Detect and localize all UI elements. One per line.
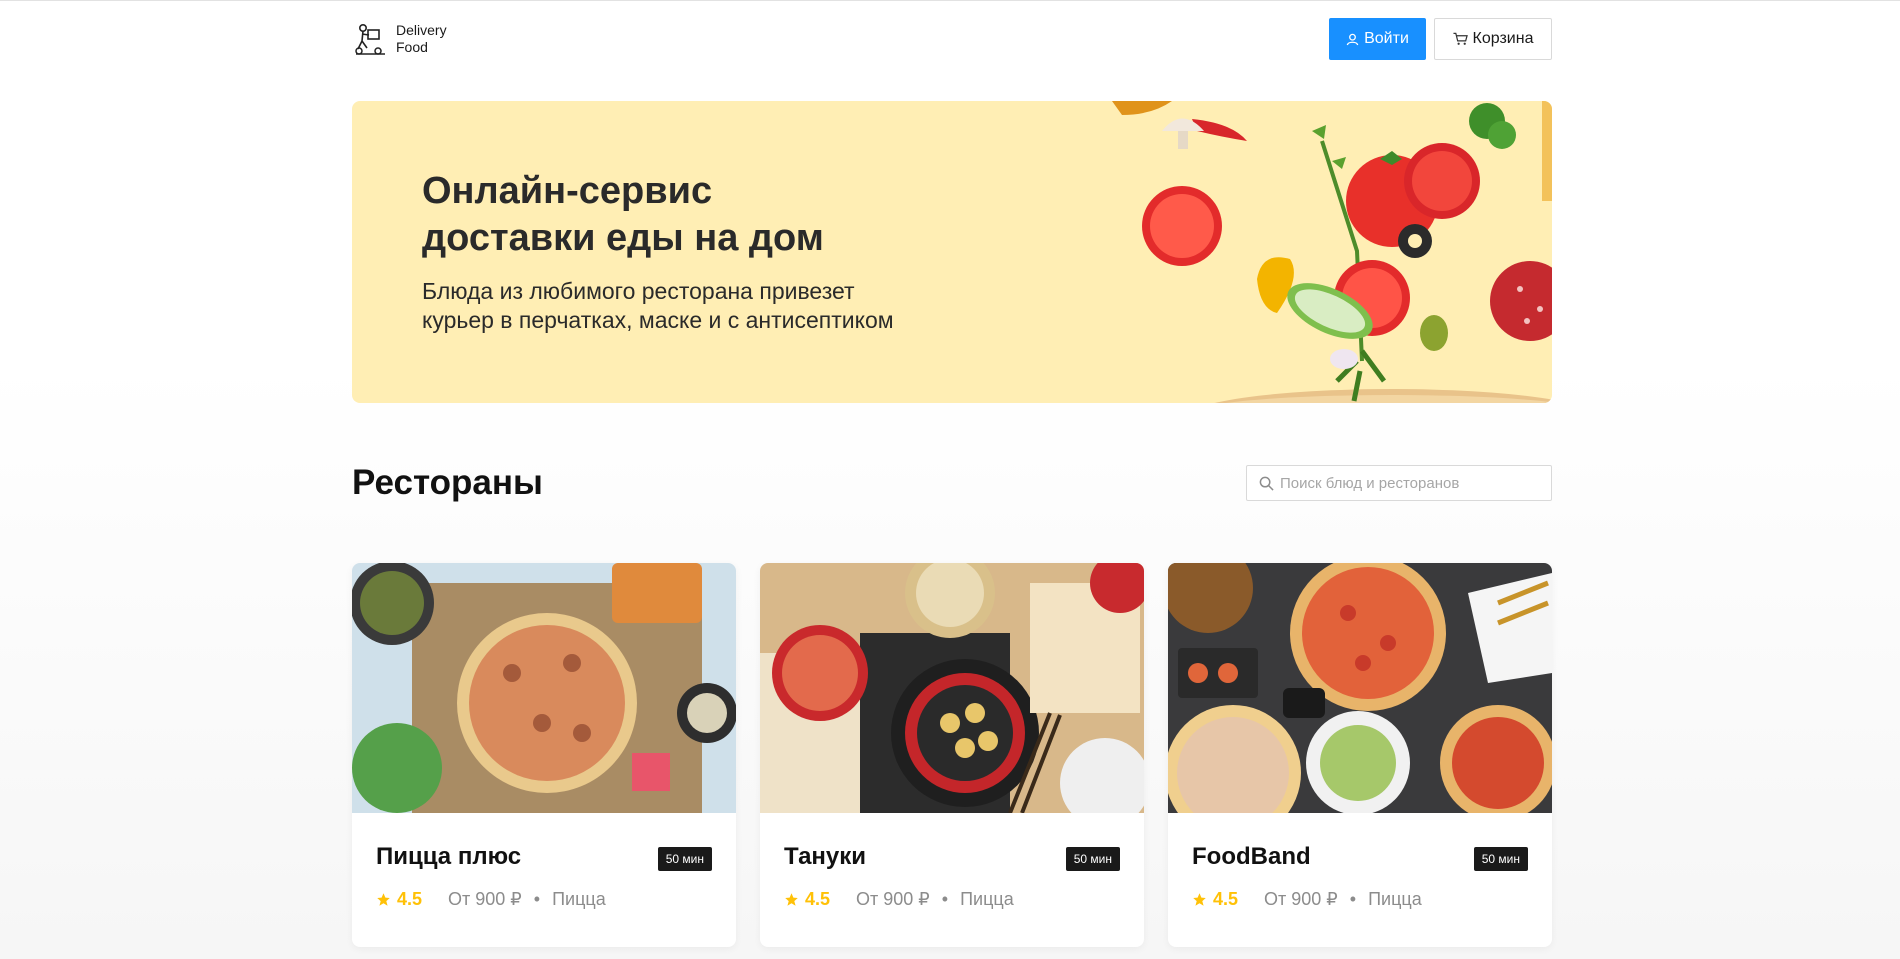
rating-value: 4.5 [397, 889, 423, 909]
cart-label: Корзина [1472, 30, 1534, 47]
restaurant-list: Пицца плюс 50 мин 4.5 От 900 ₽ • Пицца Т… [352, 563, 1552, 947]
star-icon [785, 893, 798, 906]
login-button[interactable]: Войти [1329, 18, 1426, 60]
restaurant-info: 4.5 От 900 ₽ • Пицца [1192, 889, 1422, 910]
separator-dot: • [533, 889, 541, 909]
separator-dot: • [1349, 889, 1357, 909]
restaurant-info: 4.5 От 900 ₽ • Пицца [376, 889, 606, 910]
header: Delivery Food Войти Корзина [352, 18, 1552, 60]
restaurant-card[interactable]: Тануки 50 мин 4.5 От 900 ₽ • Пицца [760, 563, 1144, 947]
promo-banner: Онлайн-сервис доставки еды на дом Блюда … [352, 101, 1552, 403]
star-icon [377, 893, 390, 906]
delivery-time-badge: 50 мин [657, 847, 712, 871]
category-text: Пицца [960, 889, 1014, 909]
rating-value: 4.5 [1213, 889, 1239, 909]
shopping-cart-icon [1452, 32, 1468, 46]
restaurant-name: Тануки [784, 843, 867, 870]
logo-line1: Delivery [396, 22, 447, 38]
search-box[interactable] [1246, 465, 1552, 501]
restaurants-heading: Рестораны [352, 463, 543, 502]
promo-title: Онлайн-сервис доставки еды на дом [422, 170, 824, 259]
page-container: Delivery Food Войти Корзина Онлайн-серви… [352, 0, 1552, 959]
restaurant-info: 4.5 От 900 ₽ • Пицца [784, 889, 1014, 910]
promo-text: Блюда из любимого ресторана привезет кур… [422, 278, 894, 333]
logo-text: Delivery Food [396, 22, 447, 56]
price-text: От 900 ₽ [856, 889, 930, 909]
courier-logo-icon [355, 23, 385, 55]
delivery-time-badge: 50 мин [1473, 847, 1528, 871]
price-text: От 900 ₽ [448, 889, 522, 909]
separator-dot: • [941, 889, 949, 909]
search-icon [1259, 476, 1274, 491]
cart-button[interactable]: Корзина [1434, 18, 1552, 60]
restaurant-image [760, 563, 1144, 813]
price-text: От 900 ₽ [1264, 889, 1338, 909]
category-text: Пицца [1368, 889, 1422, 909]
login-label: Войти [1364, 30, 1409, 47]
restaurant-image [352, 563, 736, 813]
star-icon [1193, 893, 1206, 906]
category-text: Пицца [552, 889, 606, 909]
user-icon [1346, 33, 1359, 46]
logo-line2: Food [396, 39, 428, 55]
logo[interactable]: Delivery Food [352, 20, 447, 58]
restaurant-name: FoodBand [1192, 843, 1311, 870]
restaurant-name: Пицца плюс [376, 843, 522, 870]
promo-food-illustration [1112, 101, 1552, 403]
rating: 4.5 [376, 889, 422, 910]
search-input[interactable] [1280, 474, 1540, 492]
rating: 4.5 [784, 889, 830, 910]
delivery-time-badge: 50 мин [1065, 847, 1120, 871]
restaurant-image [1168, 563, 1552, 813]
restaurant-card[interactable]: Пицца плюс 50 мин 4.5 От 900 ₽ • Пицца [352, 563, 736, 947]
rating-value: 4.5 [805, 889, 831, 909]
rating: 4.5 [1192, 889, 1238, 910]
restaurant-card[interactable]: FoodBand 50 мин 4.5 От 900 ₽ • Пицца [1168, 563, 1552, 947]
